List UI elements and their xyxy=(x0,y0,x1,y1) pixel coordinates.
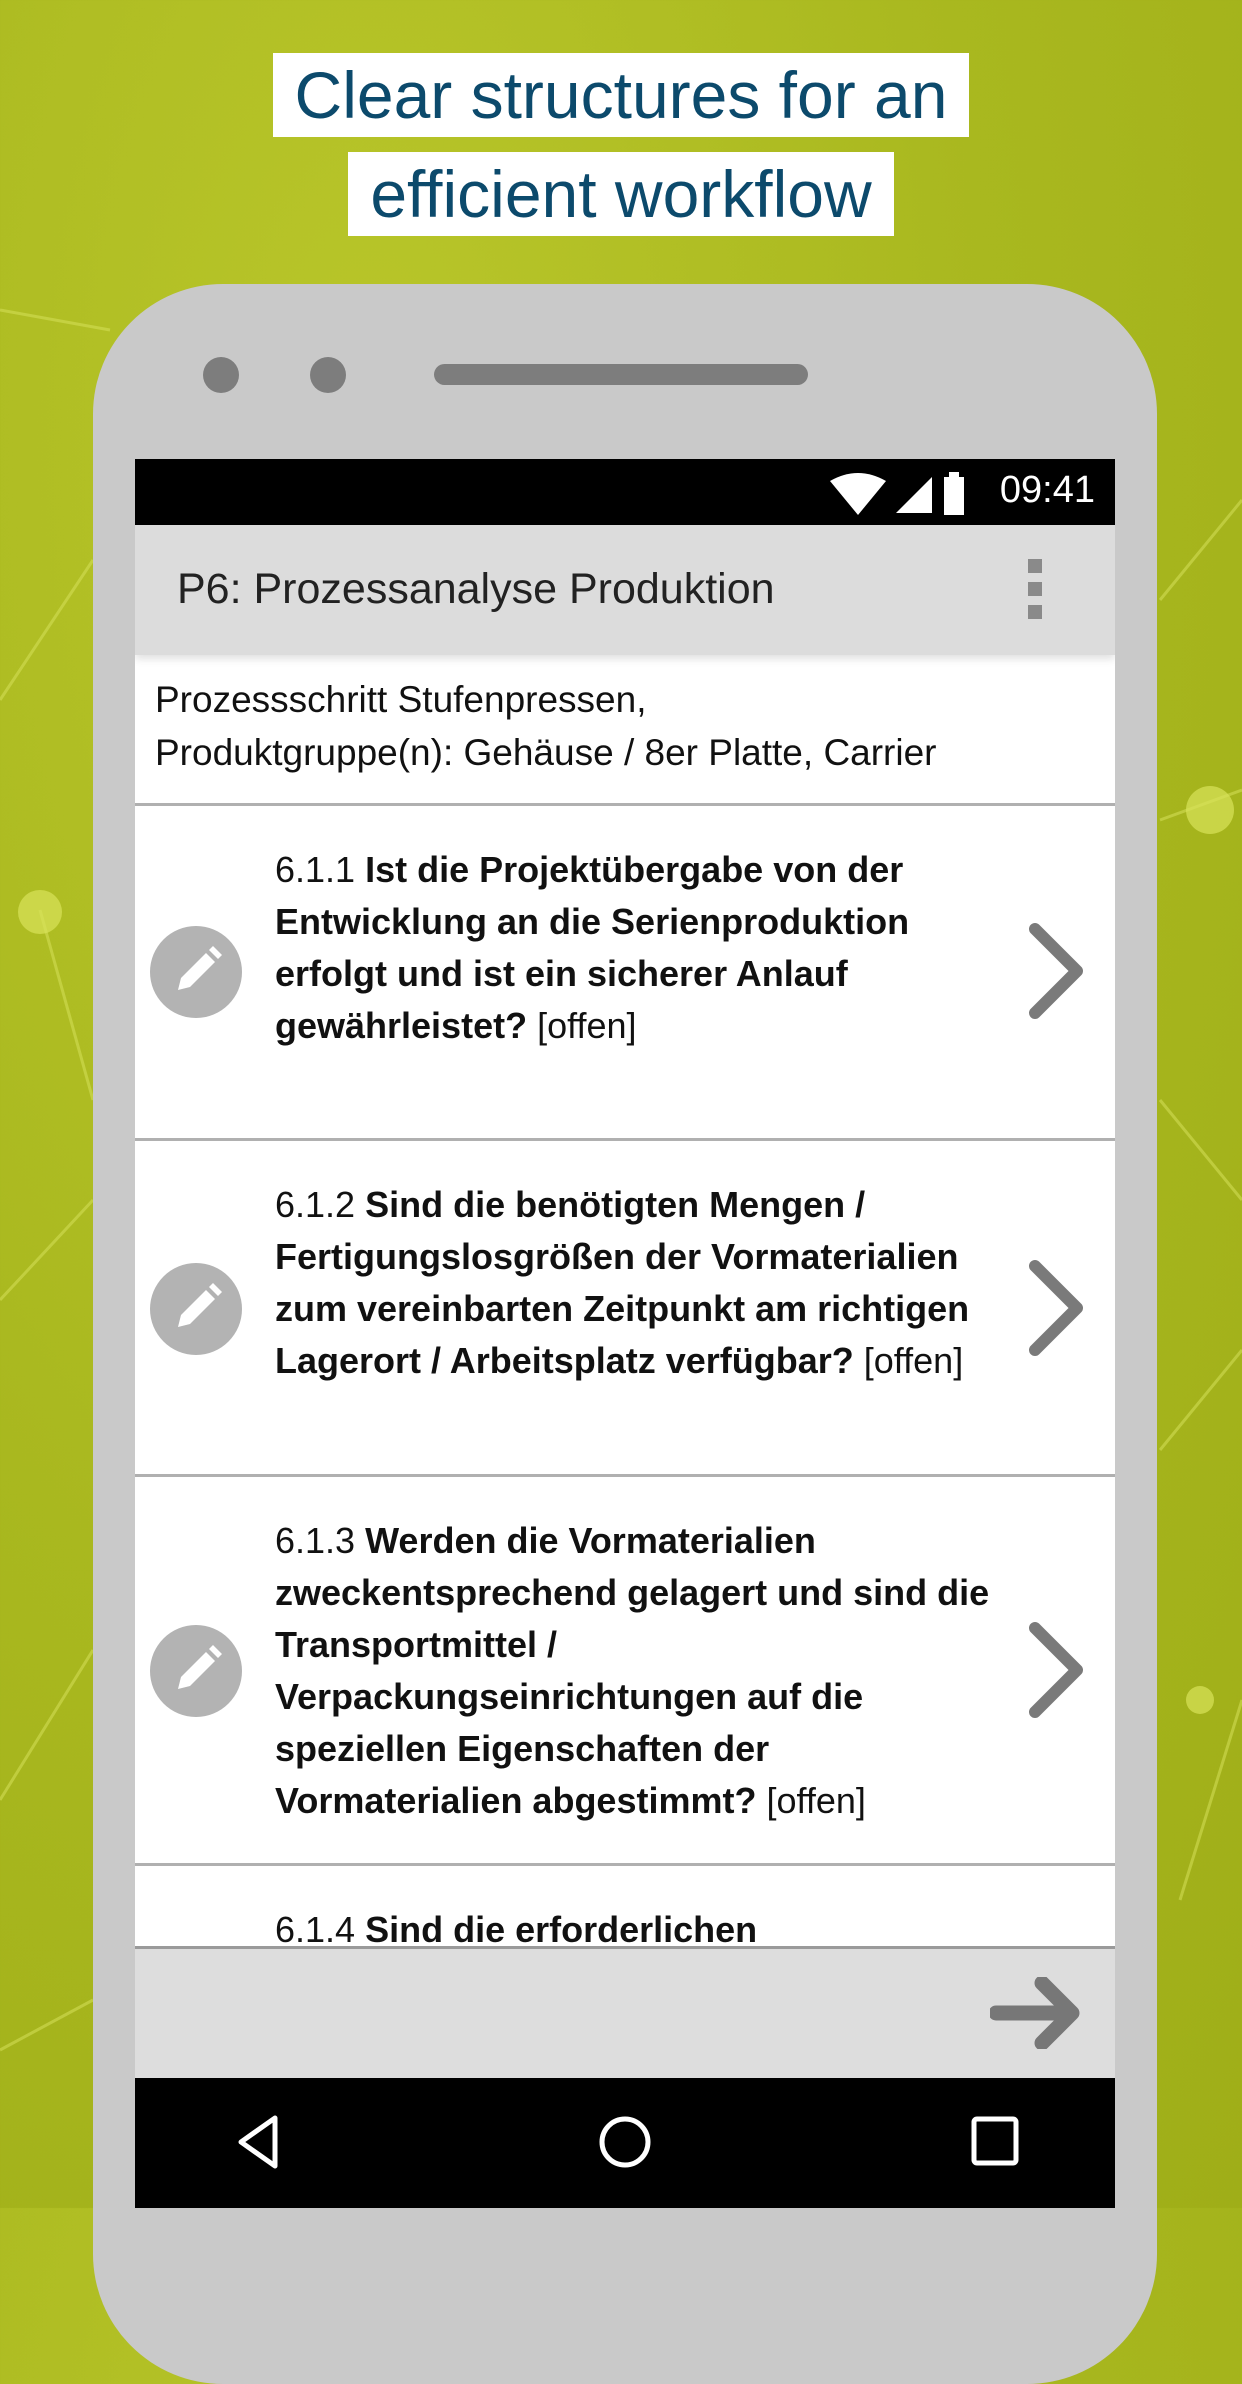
chevron-right-icon[interactable] xyxy=(1021,1258,1091,1358)
chevron-right-icon[interactable] xyxy=(1021,921,1091,1021)
list-item[interactable]: 6.1.1 Ist die Projektübergabe von der En… xyxy=(135,803,1115,1141)
phone-screen: 09:41 P6: Prozessanalyse Produktion Proz… xyxy=(135,459,1115,2208)
home-icon[interactable] xyxy=(597,2114,653,2170)
more-vert-icon[interactable] xyxy=(1028,559,1044,619)
list-item[interactable]: 6.1.3 Werden die Vormaterialien zweckent… xyxy=(135,1474,1115,1866)
list-item[interactable]: 6.1.2 Sind die benötigten Mengen / Ferti… xyxy=(135,1138,1115,1477)
status-bar: 09:41 xyxy=(135,459,1115,525)
chevron-right-icon[interactable] xyxy=(1021,1620,1091,1720)
sensor-dot xyxy=(310,357,346,393)
battery-icon xyxy=(944,477,964,515)
back-icon[interactable] xyxy=(231,2114,287,2170)
wifi-icon xyxy=(830,473,886,515)
bottom-action-bar xyxy=(135,1946,1115,2081)
signal-icon xyxy=(896,477,932,513)
app-bar: P6: Prozessanalyse Produktion xyxy=(135,525,1115,655)
camera-dot xyxy=(203,357,239,393)
item-text: 6.1.3 Werden die Vormaterialien zweckent… xyxy=(275,1520,990,1821)
status-time: 09:41 xyxy=(999,469,1095,511)
edit-pencil-icon[interactable] xyxy=(150,1263,242,1355)
system-nav-bar xyxy=(135,2078,1115,2208)
item-text: 6.1.1 Ist die Projektübergabe von der En… xyxy=(275,849,910,1046)
arrow-right-icon[interactable] xyxy=(990,1977,1080,2049)
edit-pencil-icon[interactable] xyxy=(150,926,242,1018)
recents-icon[interactable] xyxy=(967,2114,1023,2170)
headline-line-1: Clear structures for an xyxy=(0,53,1242,137)
speaker-grille xyxy=(434,364,808,385)
item-text: 6.1.2 Sind die benötigten Mengen / Ferti… xyxy=(275,1184,970,1381)
process-subtitle: Prozessschritt Stufenpressen, Produktgru… xyxy=(155,679,937,773)
app-title: P6: Prozessanalyse Produktion xyxy=(177,565,775,613)
status-icons xyxy=(830,472,964,515)
headline-line-2: efficient workflow xyxy=(0,152,1242,236)
edit-pencil-icon[interactable] xyxy=(150,1625,242,1717)
